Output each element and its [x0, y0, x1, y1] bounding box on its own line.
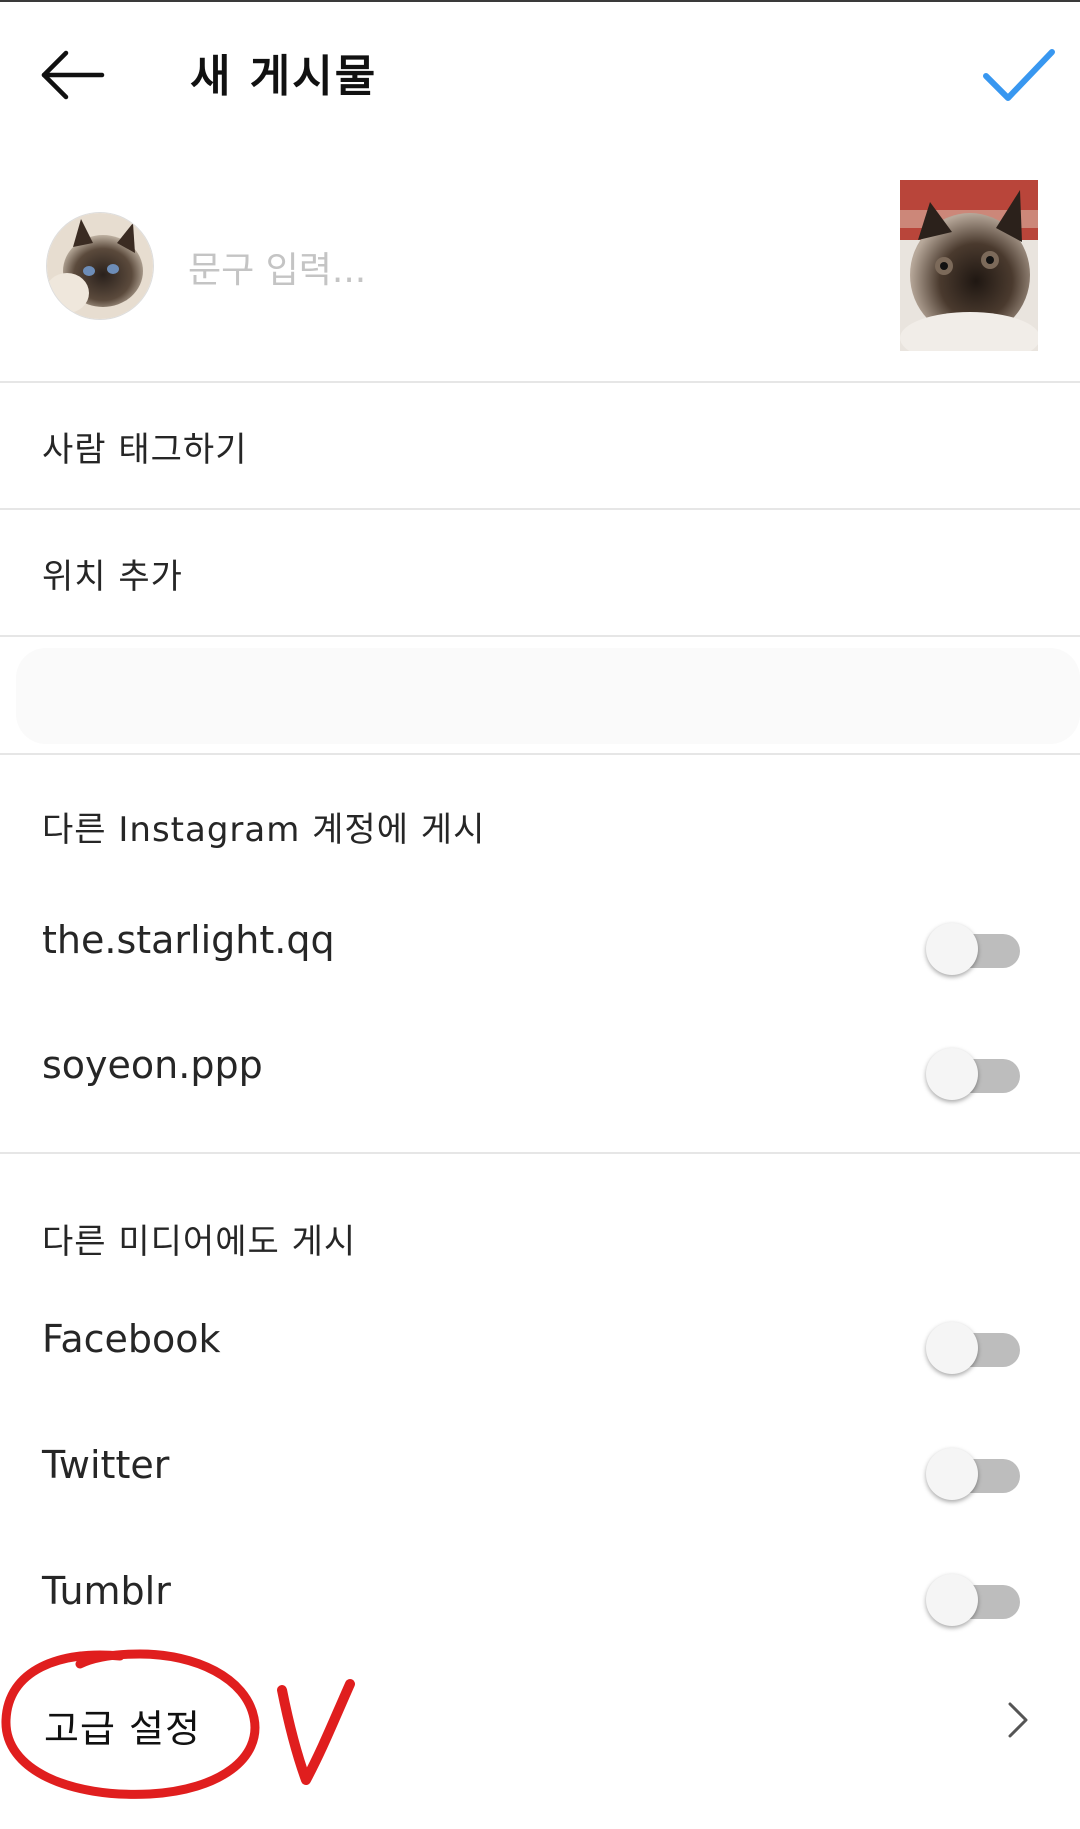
toggle-knob — [926, 1448, 978, 1500]
twitter-label: Twitter — [42, 1443, 170, 1487]
user-avatar — [46, 212, 154, 320]
post-composer — [0, 170, 1080, 382]
caption-input[interactable] — [188, 242, 708, 298]
tag-people-row[interactable]: 사람 태그하기 — [0, 384, 1080, 508]
back-button[interactable] — [36, 40, 112, 110]
divider — [0, 635, 1080, 637]
tumblr-toggle[interactable] — [926, 1571, 1026, 1626]
add-location-row[interactable]: 위치 추가 — [0, 511, 1080, 635]
facebook-label: Facebook — [42, 1317, 221, 1361]
app-header: 새 게시물 — [0, 0, 1080, 150]
page-title: 새 게시물 — [190, 51, 378, 102]
divider — [0, 1152, 1080, 1154]
instagram-accounts-title: 다른 Instagram 계정에 게시 — [42, 810, 486, 850]
chevron-right-icon — [1008, 1702, 1028, 1738]
arrow-left-icon — [41, 50, 105, 100]
checkmark-icon — [983, 49, 1055, 101]
account-row: soyeon.ppp — [0, 1015, 1080, 1125]
tumblr-row: Tumblr — [0, 1541, 1080, 1651]
tumblr-label: Tumblr — [42, 1569, 171, 1613]
account-row: the.starlight.qq — [0, 890, 1080, 1000]
account-name: soyeon.ppp — [42, 1043, 263, 1087]
toggle-knob — [926, 1322, 978, 1374]
toggle-knob — [926, 1574, 978, 1626]
account-toggle[interactable] — [926, 920, 1026, 975]
post-thumbnail — [900, 180, 1038, 351]
twitter-toggle[interactable] — [926, 1445, 1026, 1500]
divider — [0, 753, 1080, 755]
toggle-knob — [926, 923, 978, 975]
add-location-label: 위치 추가 — [42, 557, 183, 597]
advanced-settings-label: 고급 설정 — [44, 1707, 201, 1751]
twitter-row: Twitter — [0, 1415, 1080, 1525]
location-suggestions-area — [16, 648, 1080, 744]
facebook-row: Facebook — [0, 1289, 1080, 1399]
toggle-knob — [926, 1048, 978, 1100]
share-done-button[interactable] — [978, 40, 1058, 110]
facebook-toggle[interactable] — [926, 1319, 1026, 1374]
divider — [0, 508, 1080, 510]
account-name: the.starlight.qq — [42, 918, 335, 962]
other-media-title: 다른 미디어에도 게시 — [42, 1222, 357, 1262]
account-toggle[interactable] — [926, 1045, 1026, 1100]
advanced-settings-row[interactable]: 고급 설정 — [0, 1662, 1080, 1772]
divider — [0, 381, 1080, 383]
tag-people-label: 사람 태그하기 — [42, 430, 248, 470]
